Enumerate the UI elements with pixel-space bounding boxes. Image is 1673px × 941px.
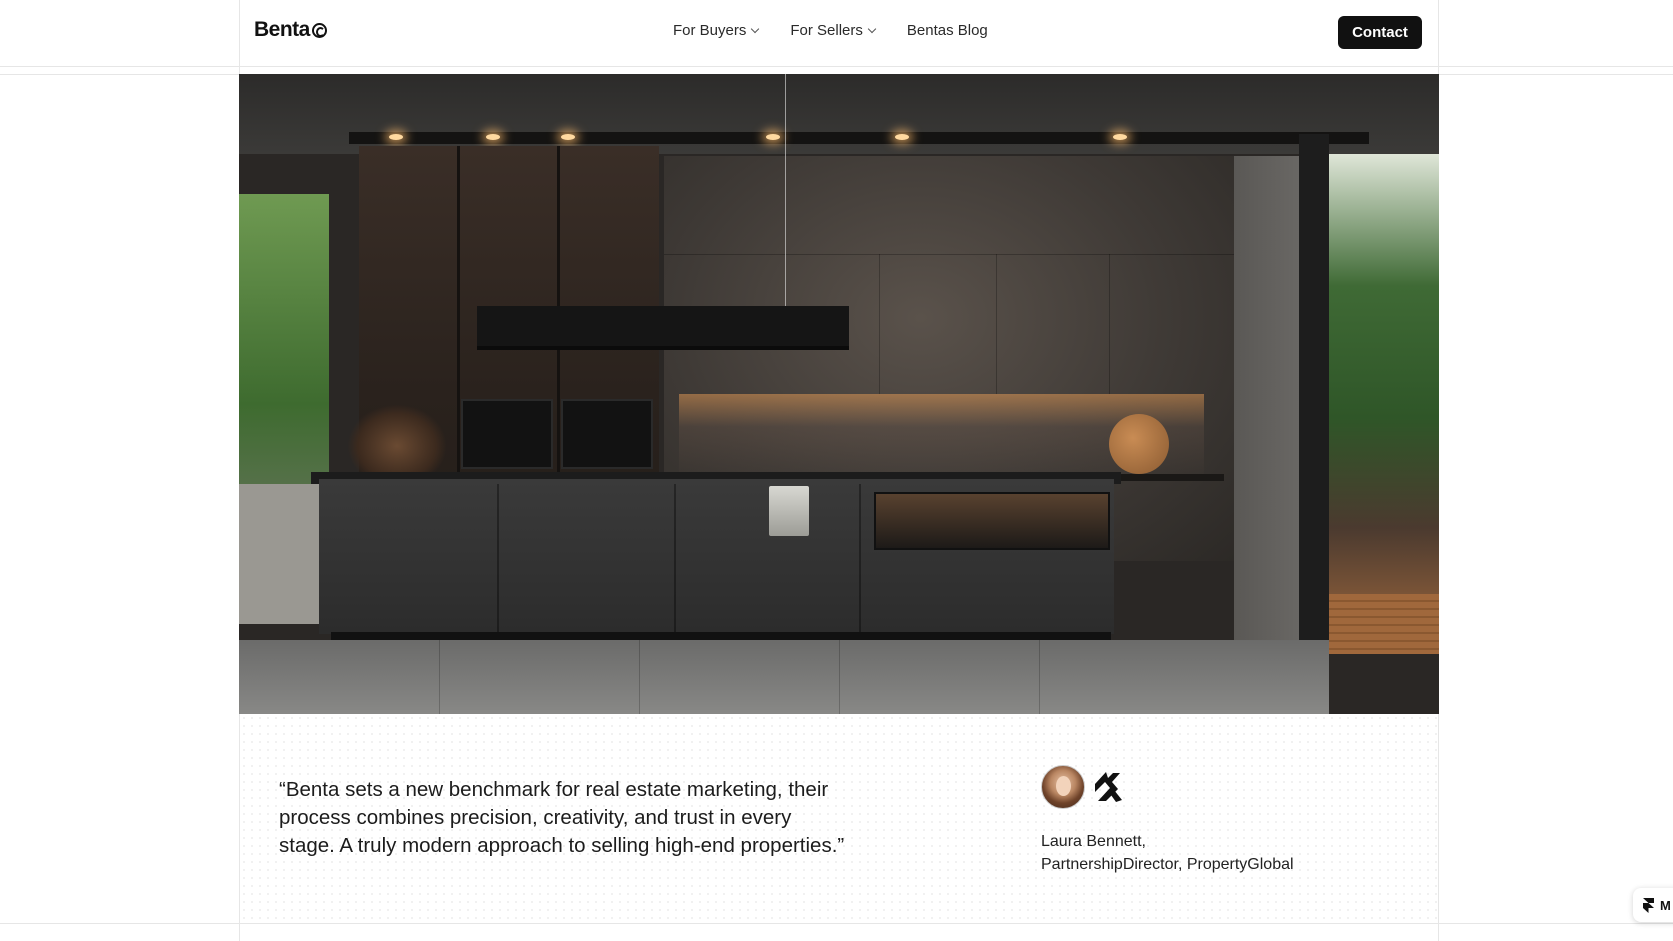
- brand-name: Benta: [254, 18, 310, 41]
- testimonial-author: Laura Bennett, PartnershipDirector, Prop…: [1041, 830, 1294, 876]
- author-avatar: [1041, 765, 1085, 809]
- section-bottom-divider: [0, 923, 1673, 924]
- author-name: Laura Bennett,: [1041, 833, 1146, 850]
- quote-line: process combines precision, creativity, …: [279, 806, 792, 829]
- nav-item-bentas-blog[interactable]: Bentas Blog: [907, 22, 988, 39]
- chevron-down-icon: [751, 24, 760, 34]
- page: Benta For Buyers For Sellers Bentas Blog…: [0, 0, 1673, 941]
- brand-mark-icon: [311, 22, 327, 38]
- nav-item-label: For Buyers: [673, 22, 747, 39]
- nav-item-label: Bentas Blog: [906, 22, 988, 39]
- hero-image: [239, 74, 1439, 714]
- framer-icon: [1643, 897, 1654, 913]
- badge-label: M: [1660, 897, 1671, 913]
- main-nav: For Buyers For Sellers Bentas Blog: [673, 22, 988, 39]
- nav-item-label: For Sellers: [790, 22, 863, 39]
- made-in-framer-badge[interactable]: M: [1633, 888, 1673, 922]
- testimonial-quote: “Benta sets a new benchmark for real est…: [279, 776, 919, 860]
- site-header: Benta For Buyers For Sellers Bentas Blog…: [240, 0, 1438, 66]
- nav-item-for-sellers[interactable]: For Sellers: [790, 22, 877, 39]
- quote-line: “Benta sets a new benchmark for real est…: [279, 778, 829, 801]
- author-title: PartnershipDirector, PropertyGlobal: [1041, 856, 1294, 873]
- header-divider: [0, 66, 1673, 67]
- company-logo-icon: [1095, 772, 1122, 802]
- brand-logo[interactable]: Benta: [254, 18, 327, 42]
- testimonial-section: “Benta sets a new benchmark for real est…: [240, 714, 1438, 923]
- chevron-down-icon: [867, 24, 877, 34]
- quote-line: stage. A truly modern approach to sellin…: [279, 834, 845, 857]
- nav-item-for-buyers[interactable]: For Buyers: [673, 22, 760, 39]
- contact-button[interactable]: Contact: [1338, 16, 1422, 49]
